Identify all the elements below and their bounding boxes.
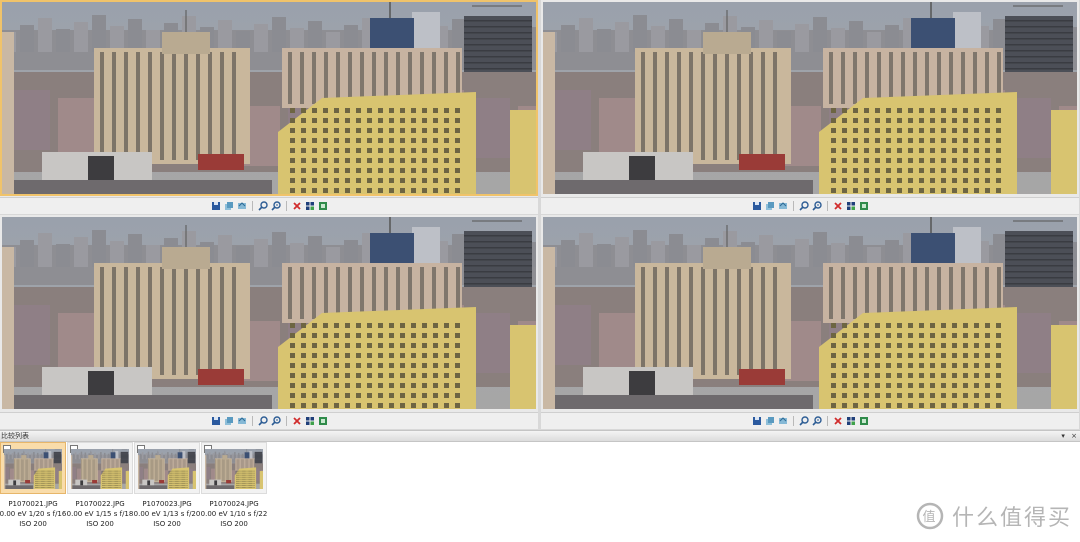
- watermark-text: 什么值得买: [952, 506, 1073, 531]
- thumbnail-1[interactable]: [0, 442, 66, 494]
- delete-icon[interactable]: [833, 416, 843, 426]
- thumbnail-image: [71, 449, 129, 489]
- thumbnail-strip: P1070021.JPG 0.00 eV 1/20 s f/16 ISO 200…: [0, 442, 700, 542]
- refresh-icon[interactable]: [237, 416, 247, 426]
- export-icon[interactable]: [318, 416, 328, 426]
- zoom-in-icon[interactable]: [257, 201, 268, 211]
- pin-icon[interactable]: ▾: [1061, 432, 1065, 440]
- svg-text:值: 值: [922, 509, 937, 525]
- toolbar-separator: [251, 201, 253, 211]
- grid-icon[interactable]: [305, 416, 315, 426]
- pane-toolbar: [541, 412, 1079, 429]
- copy-icon[interactable]: [224, 201, 234, 211]
- toolbar-separator: [285, 201, 287, 211]
- toolbar-separator: [826, 416, 828, 426]
- zoom-in-icon[interactable]: [798, 201, 809, 211]
- zoom-out-icon[interactable]: [270, 416, 281, 426]
- compare-grid: [0, 0, 1080, 430]
- watermark-logo-icon: 值: [916, 502, 944, 530]
- copy-icon[interactable]: [224, 416, 234, 426]
- thumbnail-image: [205, 449, 263, 489]
- pane-toolbar: [0, 197, 538, 214]
- export-icon[interactable]: [859, 416, 869, 426]
- close-icon[interactable]: ×: [1071, 432, 1077, 440]
- toolbar-separator: [285, 416, 287, 426]
- save-icon[interactable]: [752, 201, 762, 211]
- delete-icon[interactable]: [833, 201, 843, 211]
- compare-list-title: 比较列表: [1, 432, 29, 440]
- thumbnail-exposure: 0.00 eV 1/10 s f/22: [200, 510, 268, 518]
- delete-icon[interactable]: [292, 201, 302, 211]
- zoom-in-icon[interactable]: [798, 416, 809, 426]
- compare-pane-2[interactable]: [541, 0, 1079, 214]
- delete-icon[interactable]: [292, 416, 302, 426]
- toolbar-separator: [251, 416, 253, 426]
- compare-list-header: 比较列表 ▾ ×: [0, 430, 1080, 442]
- save-icon[interactable]: [211, 416, 221, 426]
- grid-icon[interactable]: [305, 201, 315, 211]
- toolbar-separator: [826, 201, 828, 211]
- save-icon[interactable]: [211, 201, 221, 211]
- zoom-in-icon[interactable]: [257, 416, 268, 426]
- thumbnail-image: [138, 449, 196, 489]
- thumbnail-3[interactable]: [134, 442, 200, 494]
- thumbnail-iso: ISO 200: [220, 520, 248, 528]
- zoom-out-icon[interactable]: [811, 201, 822, 211]
- copy-icon[interactable]: [765, 416, 775, 426]
- copy-icon[interactable]: [765, 201, 775, 211]
- photo-1[interactable]: [0, 0, 538, 196]
- thumbnail-image: [4, 449, 62, 489]
- grid-icon[interactable]: [846, 201, 856, 211]
- refresh-icon[interactable]: [778, 416, 788, 426]
- pane-toolbar: [541, 197, 1079, 214]
- refresh-icon[interactable]: [237, 201, 247, 211]
- toolbar-separator: [792, 416, 794, 426]
- thumbnail-filename: P1070024.JPG: [209, 500, 259, 508]
- zoom-out-icon[interactable]: [811, 416, 822, 426]
- zoom-out-icon[interactable]: [270, 201, 281, 211]
- pane-toolbar: [0, 412, 538, 429]
- grid-icon[interactable]: [846, 416, 856, 426]
- thumbnail-4[interactable]: [201, 442, 267, 494]
- photo-4[interactable]: [541, 215, 1079, 411]
- refresh-icon[interactable]: [778, 201, 788, 211]
- compare-pane-1[interactable]: [0, 0, 538, 214]
- photo-2[interactable]: [541, 0, 1079, 196]
- compare-pane-3[interactable]: [0, 215, 538, 429]
- toolbar-separator: [792, 201, 794, 211]
- thumbnail-2[interactable]: [67, 442, 133, 494]
- photo-3[interactable]: [0, 215, 538, 411]
- export-icon[interactable]: [318, 201, 328, 211]
- compare-pane-4[interactable]: [541, 215, 1079, 429]
- save-icon[interactable]: [752, 416, 762, 426]
- watermark: 值 什么值得买: [916, 500, 1072, 532]
- export-icon[interactable]: [859, 201, 869, 211]
